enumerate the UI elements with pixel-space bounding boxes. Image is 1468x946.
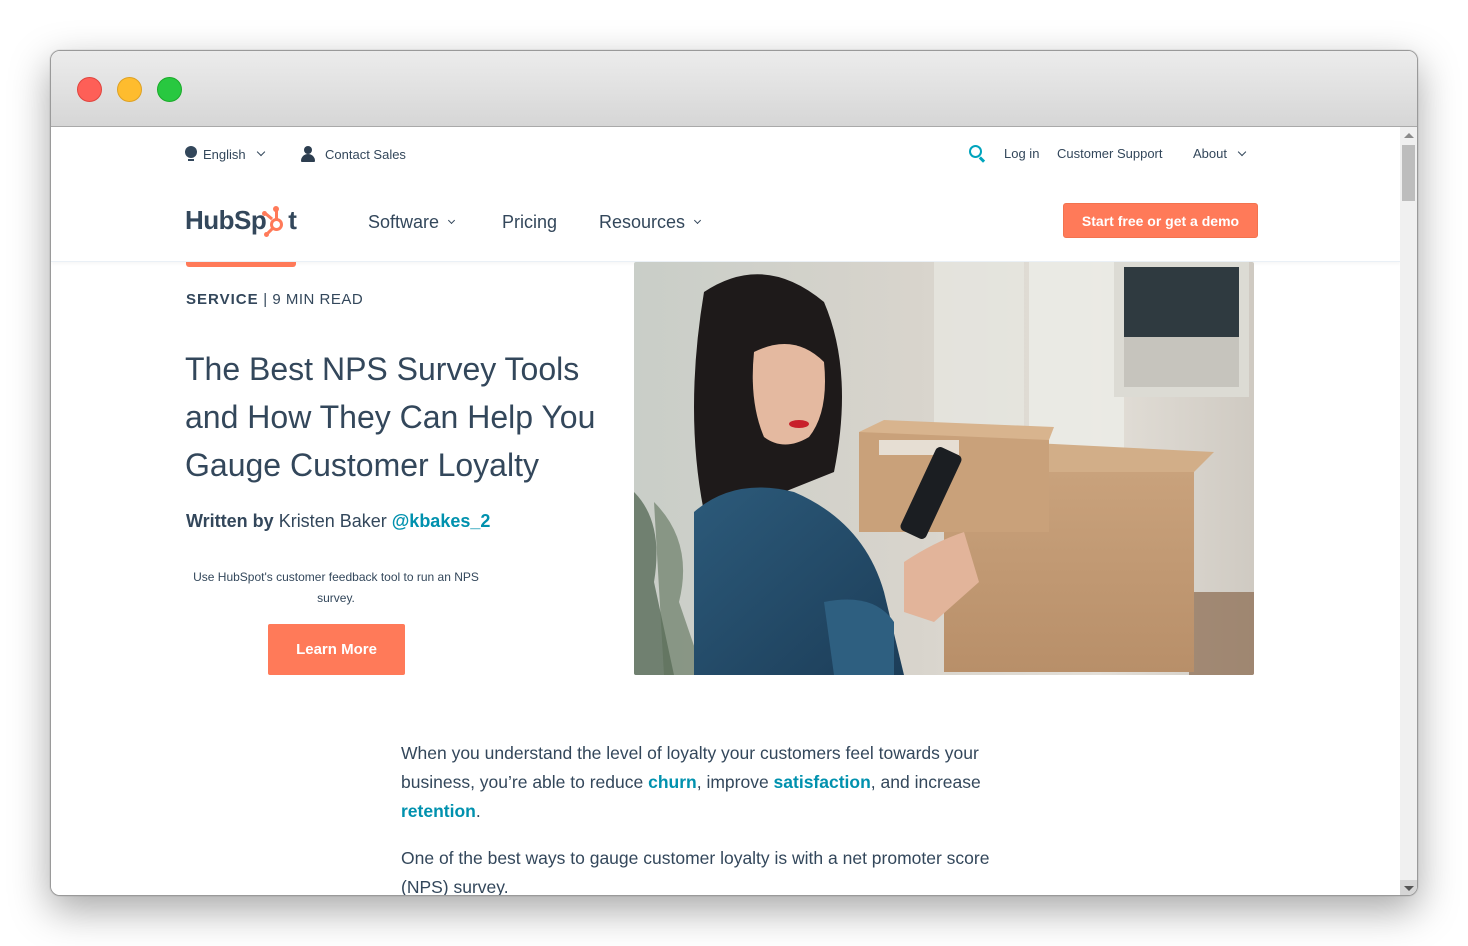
chevron-down-icon bbox=[694, 216, 702, 225]
hubspot-logo[interactable]: HubSp t bbox=[185, 205, 297, 237]
contact-sales-label: Contact Sales bbox=[325, 146, 406, 162]
nav-pricing[interactable]: Pricing bbox=[502, 212, 557, 233]
category-link[interactable]: SERVICE bbox=[186, 291, 259, 308]
nav-software-label: Software bbox=[368, 212, 440, 232]
author-name[interactable]: Kristen Baker bbox=[279, 511, 387, 531]
scroll-up-button[interactable] bbox=[1400, 127, 1417, 144]
vertical-scrollbar[interactable] bbox=[1400, 127, 1417, 895]
read-time: 9 MIN READ bbox=[272, 291, 364, 308]
chevron-down-icon bbox=[448, 216, 456, 225]
author-handle-link[interactable]: @kbakes_2 bbox=[392, 511, 491, 531]
chevron-down-icon bbox=[1237, 147, 1247, 156]
scrollbar-thumb[interactable] bbox=[1402, 145, 1415, 201]
scroll-down-button[interactable] bbox=[1400, 880, 1417, 895]
nav-pricing-label: Pricing bbox=[502, 212, 558, 232]
hero-image bbox=[634, 262, 1254, 675]
utility-nav: English Contact Sales Log in Customer Su… bbox=[51, 127, 1401, 179]
customer-support-label: Customer Support bbox=[1057, 146, 1163, 161]
login-label: Log in bbox=[1004, 146, 1040, 161]
person-icon bbox=[301, 146, 315, 162]
article-body: When you understand the level of loyalty… bbox=[401, 739, 1041, 896]
title-bar bbox=[51, 51, 1417, 127]
login-link[interactable]: Log in bbox=[1004, 146, 1039, 161]
retention-link[interactable]: retention bbox=[401, 801, 476, 821]
byline-prefix: Written by bbox=[186, 511, 274, 531]
minimize-window-button[interactable] bbox=[117, 77, 142, 102]
chevron-down-icon bbox=[256, 147, 265, 157]
churn-link[interactable]: churn bbox=[648, 772, 697, 792]
paragraph: One of the best ways to gauge customer l… bbox=[401, 848, 990, 896]
language-label: English bbox=[203, 146, 246, 162]
kicker-separator: | bbox=[263, 291, 268, 308]
arrow-down-icon bbox=[1403, 886, 1414, 891]
nav-resources[interactable]: Resources bbox=[599, 212, 702, 233]
customer-support-link[interactable]: Customer Support bbox=[1057, 146, 1163, 161]
sprocket-icon bbox=[262, 205, 287, 237]
main-nav: HubSp t Software Pricing Resources Start… bbox=[51, 179, 1401, 262]
maximize-window-button[interactable] bbox=[157, 77, 182, 102]
paragraph-text: , and increase bbox=[870, 772, 981, 792]
paragraph: When you understand the level of loyalty… bbox=[401, 739, 1041, 826]
nav-resources-label: Resources bbox=[599, 212, 686, 232]
page-viewport: English Contact Sales Log in Customer Su… bbox=[51, 127, 1401, 896]
paragraph-text: . bbox=[475, 801, 481, 821]
search-icon[interactable] bbox=[969, 145, 987, 163]
learn-more-button[interactable]: Learn More bbox=[268, 624, 405, 675]
nav-software[interactable]: Software bbox=[368, 212, 456, 233]
contact-sales-link[interactable]: Contact Sales bbox=[301, 146, 406, 162]
arrow-up-icon bbox=[1403, 133, 1414, 138]
about-menu[interactable]: About bbox=[1193, 146, 1247, 161]
category-accent-bar bbox=[186, 262, 296, 267]
browser-window: English Contact Sales Log in Customer Su… bbox=[50, 50, 1418, 896]
start-free-demo-button[interactable]: Start free or get a demo bbox=[1063, 203, 1258, 238]
globe-icon bbox=[185, 146, 197, 162]
satisfaction-link[interactable]: satisfaction bbox=[774, 772, 871, 792]
byline: Written by Kristen Baker @kbakes_2 bbox=[186, 511, 490, 532]
logo-text: HubSp bbox=[185, 205, 267, 235]
paragraph-text: , improve bbox=[696, 772, 774, 792]
article-kicker: SERVICE | 9 MIN READ bbox=[186, 291, 363, 308]
article-title: The Best NPS Survey Tools and How They C… bbox=[185, 351, 596, 483]
logo-text-end: t bbox=[288, 205, 297, 235]
promo-text: Use HubSpot's customer feedback tool to … bbox=[193, 570, 479, 605]
about-label: About bbox=[1193, 146, 1227, 161]
close-window-button[interactable] bbox=[77, 77, 102, 102]
language-selector[interactable]: English bbox=[185, 146, 265, 162]
